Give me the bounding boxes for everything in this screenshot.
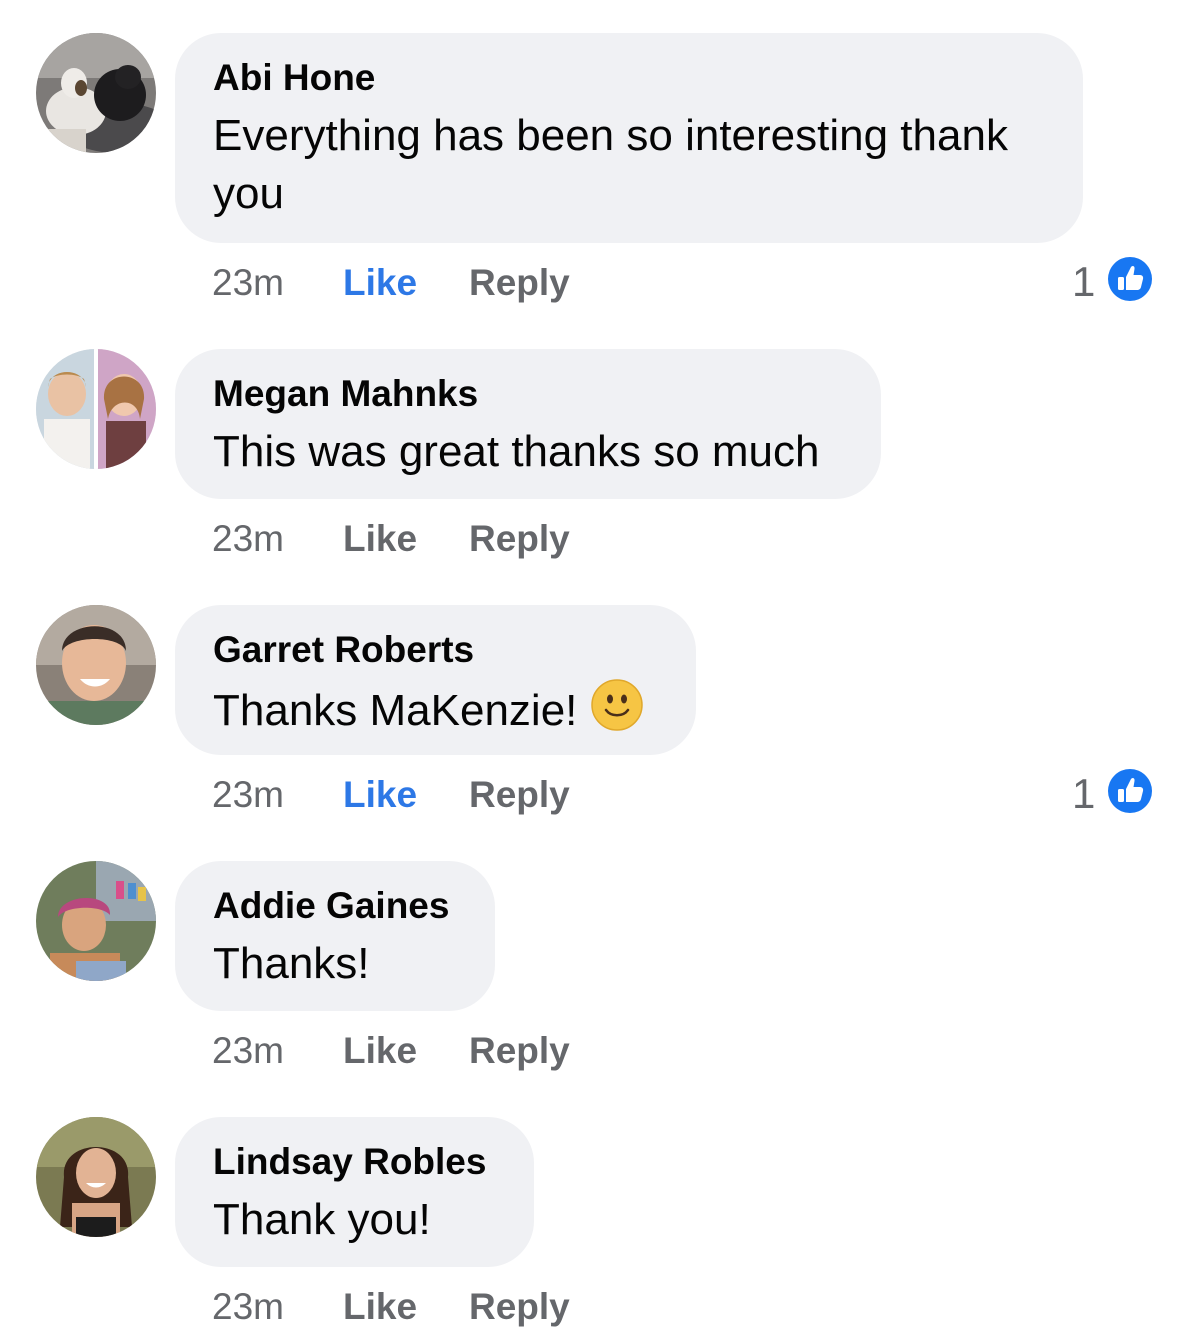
reaction-count: 1 [1072, 770, 1096, 817]
like-button[interactable]: Like [343, 262, 417, 304]
comment-text: Thanks MaKenzie! [213, 679, 644, 740]
comment-timestamp[interactable]: 23m [212, 518, 284, 560]
comment-author[interactable]: Addie Gaines [213, 885, 449, 927]
comment-timestamp[interactable]: 23m [212, 774, 284, 816]
comment-timestamp[interactable]: 23m [212, 262, 284, 304]
comment-bubble: Garret Roberts Thanks MaKenzie! [175, 605, 696, 755]
avatar-photo-man [36, 605, 156, 725]
comment-text: Everything has been so interesting thank… [213, 107, 1008, 223]
reply-button[interactable]: Reply [469, 774, 570, 816]
avatar[interactable] [36, 1117, 156, 1237]
comment-author[interactable]: Garret Roberts [213, 629, 474, 671]
like-button[interactable]: Like [343, 774, 417, 816]
comment-author[interactable]: Megan Mahnks [213, 373, 478, 415]
avatar-photo-woman-bandana [36, 861, 156, 981]
reply-button[interactable]: Reply [469, 1286, 570, 1328]
avatar[interactable] [36, 861, 156, 981]
avatar-photo-dogs [36, 33, 156, 153]
thumbs-up-reaction-icon [1105, 254, 1155, 304]
comment-text-content: Thanks MaKenzie! [213, 686, 578, 735]
comment-author[interactable]: Abi Hone [213, 57, 375, 99]
avatar-photo-children [36, 349, 156, 469]
avatar-photo-woman [36, 1117, 156, 1237]
reply-button[interactable]: Reply [469, 518, 570, 560]
comment-timestamp[interactable]: 23m [212, 1286, 284, 1328]
comment-bubble: Lindsay Robles Thank you! [175, 1117, 534, 1267]
comment-text: This was great thanks so much [213, 427, 820, 476]
comment-text: Thank you! [213, 1195, 431, 1244]
comment-text-line: Everything has been so interesting thank [213, 111, 1008, 160]
comment-text: Thanks! [213, 939, 370, 988]
thumbs-up-reaction-icon [1105, 766, 1155, 816]
reaction-count: 1 [1072, 258, 1096, 305]
like-button[interactable]: Like [343, 518, 417, 560]
comment-text-line: you [213, 169, 284, 218]
comment-bubble: Addie Gaines Thanks! [175, 861, 495, 1011]
comment-bubble: Abi Hone Everything has been so interest… [175, 33, 1083, 243]
avatar[interactable] [36, 605, 156, 725]
reply-button[interactable]: Reply [469, 1030, 570, 1072]
like-button[interactable]: Like [343, 1030, 417, 1072]
comment-timestamp[interactable]: 23m [212, 1030, 284, 1072]
like-button[interactable]: Like [343, 1286, 417, 1328]
avatar[interactable] [36, 33, 156, 153]
comment-bubble: Megan Mahnks This was great thanks so mu… [175, 349, 881, 499]
slightly-smiling-face-icon [591, 679, 644, 731]
reply-button[interactable]: Reply [469, 262, 570, 304]
avatar[interactable] [36, 349, 156, 469]
comment-author[interactable]: Lindsay Robles [213, 1141, 486, 1183]
